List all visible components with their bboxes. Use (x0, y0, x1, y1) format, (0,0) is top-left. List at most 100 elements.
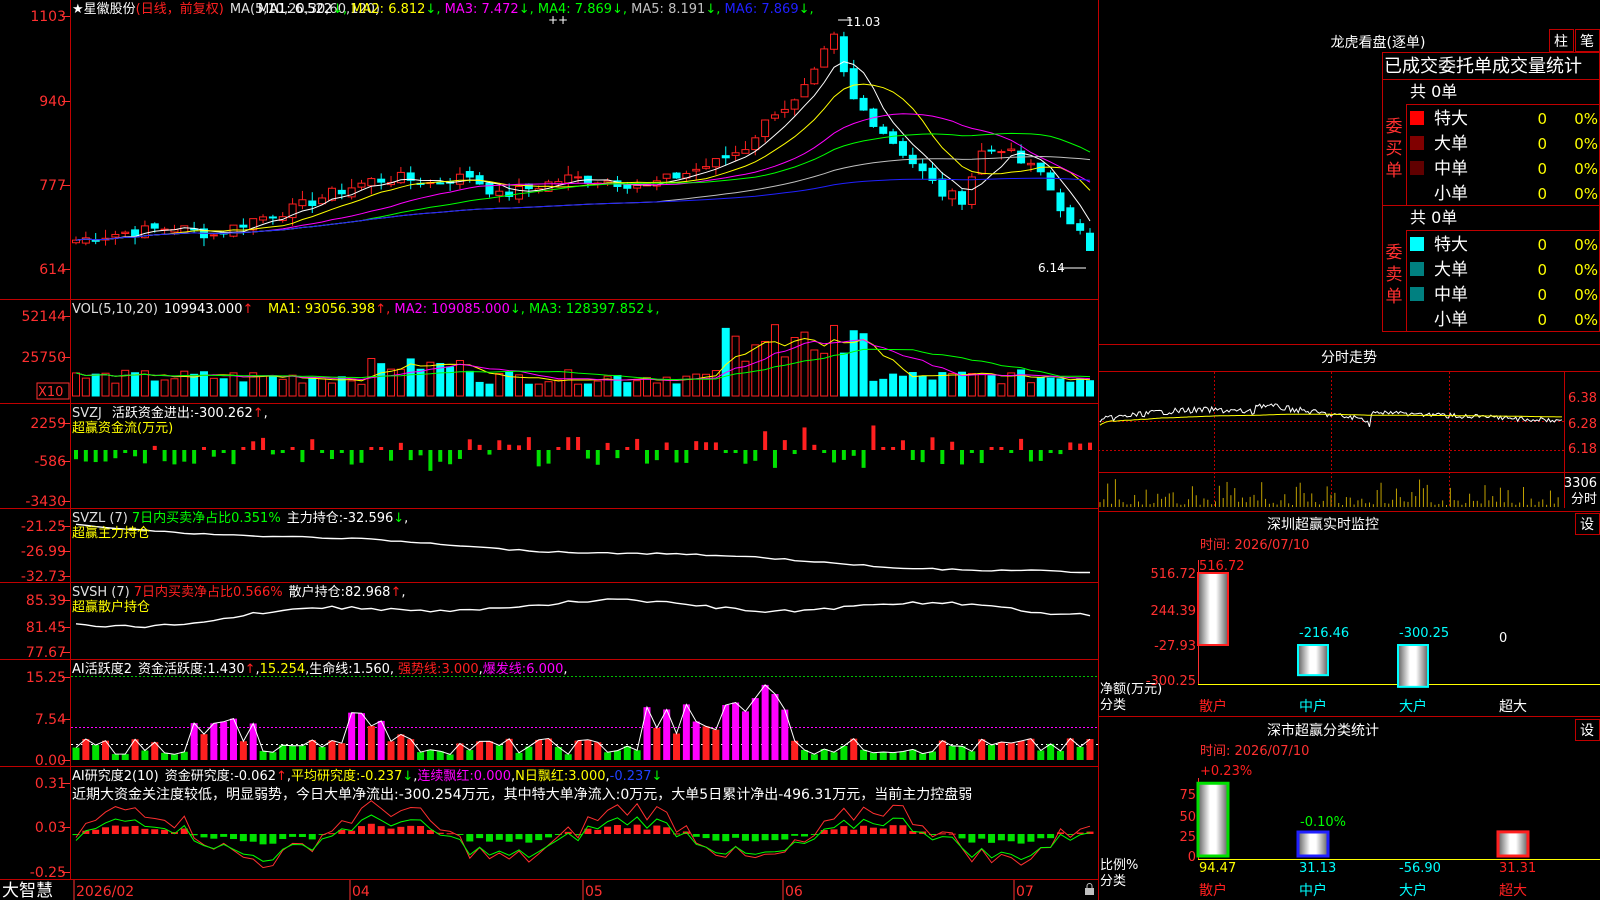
candle-body (928, 167, 937, 181)
ai1-header: AI活跃度2 资金活跃度:1.430↑,15.254,生命线:1.560, 强势线:… (72, 661, 568, 677)
activity-bar (860, 749, 868, 760)
ma-legend-arrow: ↓, (332, 2, 347, 17)
money-flow-bar (900, 440, 905, 450)
money-flow-bar (477, 444, 482, 450)
candle-body (790, 99, 799, 110)
money-flow-bar (556, 447, 561, 450)
lhb-color-swatch (1410, 237, 1424, 251)
research-bar (830, 829, 838, 834)
research-bar (1017, 834, 1025, 844)
bar-mode-button[interactable]: 柱 (1549, 29, 1574, 52)
volume-bar (505, 371, 514, 397)
activity-bar (830, 752, 838, 760)
tick-mode-button[interactable]: 笔 (1575, 29, 1600, 52)
svg-text:笔: 笔 (1580, 34, 1594, 50)
volume-bar (633, 380, 642, 397)
activity-bar (1017, 741, 1025, 760)
money-flow-bar (930, 437, 935, 450)
money-flow-bar (920, 450, 925, 463)
candle-body (121, 231, 130, 234)
activity-bar (535, 739, 543, 760)
volume-bar (426, 361, 435, 397)
activity-bar (200, 734, 208, 760)
research-bar (210, 834, 218, 839)
classify-tick-label: 75 (1179, 788, 1196, 803)
ma-legend-arrow: ↓, (705, 2, 720, 17)
svzj-title: 超赢资金流(万元) (72, 420, 173, 436)
classify-mid-label: -0.10% (1300, 815, 1346, 830)
svzl-tick-label: -32.73 (21, 569, 66, 585)
lhb-side-label: 委 (1386, 243, 1403, 263)
ma-legend-label: MA6: (720, 2, 757, 17)
volume-bar (446, 366, 455, 397)
monitor-settings-button[interactable]: 设 (1575, 513, 1600, 535)
candle-body (731, 152, 740, 156)
research-bar (308, 834, 316, 840)
lhb-side-label: 单 (1386, 161, 1403, 181)
research-bar (525, 834, 533, 843)
activity-bar (810, 754, 818, 760)
research-bar (92, 829, 100, 834)
activity-bar (180, 751, 188, 760)
activity-bar (663, 709, 671, 760)
x-tick-label: 05 (585, 884, 603, 900)
activity-bar (702, 726, 710, 760)
research-bar (466, 834, 474, 842)
stock-chart-screen[interactable]: ★星徽股份(日线，前复权) MA(5,10,20,30,60,120) MA1: … (0, 0, 1600, 900)
activity-bar (357, 713, 365, 760)
research-bar (1007, 834, 1015, 842)
candle-body (849, 68, 858, 100)
research-bar (495, 834, 503, 840)
activity-bar (239, 741, 247, 760)
classify-tick-label: 0 (1188, 850, 1196, 865)
candle-body (1046, 172, 1055, 191)
money-flow-bar (625, 447, 630, 450)
activity-bar (1086, 739, 1094, 760)
research-bar (633, 824, 641, 834)
lhb-side-label: 卖 (1386, 265, 1403, 285)
candle-body (485, 182, 494, 195)
candle-body (396, 171, 405, 184)
candle-body (987, 149, 996, 152)
candle-body (662, 173, 671, 179)
activity-bar (269, 752, 277, 760)
monitor-bar-label: 0 (1499, 631, 1507, 646)
research-bar (407, 825, 415, 834)
research-bar (761, 834, 769, 841)
lhb-title: 龙虎看盘(逐单) (1331, 34, 1426, 51)
high-label: 11.03 (846, 15, 880, 29)
activity-bar (968, 751, 976, 760)
money-flow-bar (704, 442, 709, 450)
volume-bar (839, 352, 848, 397)
monitor-category: 中户 (1299, 698, 1327, 715)
money-flow-bar (123, 450, 128, 453)
candle-body (150, 223, 159, 229)
svg-text:设: 设 (1580, 517, 1594, 533)
lhb-total: 共 0单 (1410, 208, 1457, 227)
ma-legend-arrow: ↓, (799, 2, 814, 17)
candle-body (455, 173, 464, 185)
research-bar (958, 834, 966, 839)
ma-legend-arrow: ↓, (612, 2, 627, 17)
volume-bar (879, 378, 888, 397)
ai1-tick-label: 7.54 (35, 712, 66, 728)
money-flow-bar (979, 450, 984, 464)
ma-legend-label: MA3: (440, 2, 477, 17)
research-bar (594, 829, 602, 834)
research-bar (357, 826, 365, 834)
activity-bar (220, 721, 228, 760)
classify-settings-button[interactable]: 设 (1575, 719, 1600, 741)
candle-body (751, 137, 760, 151)
research-bar (623, 828, 631, 834)
money-flow-bar (211, 450, 216, 457)
volume-bar (150, 380, 159, 397)
lhb-side-label: 单 (1386, 287, 1403, 307)
money-flow-bar (546, 450, 551, 464)
research-bar (298, 834, 306, 838)
research-bar (102, 827, 110, 834)
lhb-row-name: 小单 (1434, 310, 1468, 330)
activity-bar (545, 738, 553, 760)
volume-bar (239, 381, 248, 397)
favorite-star-icon[interactable]: ★ (72, 2, 84, 17)
lhb-row-count: 0 (1537, 286, 1547, 304)
